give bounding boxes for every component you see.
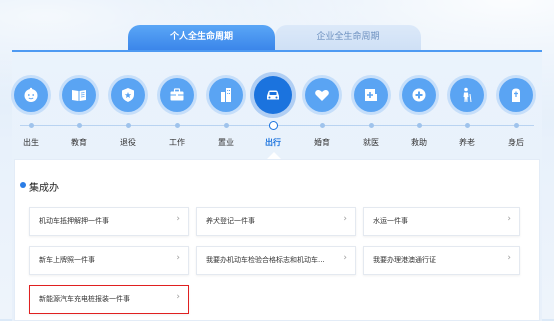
service-item[interactable]: 我要办理港澳通行证 › [363, 246, 520, 275]
timeline-dot [320, 123, 325, 128]
stage-label[interactable]: 婚育 [302, 137, 342, 148]
medal-shield-icon[interactable] [111, 78, 145, 112]
chevron-right-icon: › [176, 292, 180, 302]
tab-personal-lifecycle[interactable]: 个人全生命周期 [128, 25, 275, 50]
stage-label[interactable]: 教育 [59, 137, 99, 148]
chevron-right-icon: › [343, 253, 347, 263]
chevron-right-icon: › [176, 214, 180, 224]
building-icon[interactable] [209, 78, 243, 112]
stage-label[interactable]: 出生 [11, 137, 51, 148]
medical-kit-icon[interactable] [354, 78, 388, 112]
timeline-dot [417, 123, 422, 128]
chevron-right-icon: › [176, 253, 180, 263]
elderly-icon[interactable] [450, 78, 484, 112]
service-item-label: 水运一件事 [373, 217, 408, 225]
lifecycle-tabs: 个人全生命周期 企业全生命周期 [128, 25, 421, 50]
stage-label-active[interactable]: 出行 [253, 137, 293, 148]
service-item-label: 养犬登记一件事 [206, 217, 255, 225]
service-item[interactable]: 养犬登记一件事 › [196, 207, 356, 236]
timeline-dot [175, 123, 180, 128]
service-item-label: 新车上牌照一件事 [39, 256, 95, 264]
stage-label[interactable]: 救助 [399, 137, 439, 148]
heart-icon[interactable] [305, 78, 339, 112]
stage-retirement-military[interactable] [108, 78, 148, 112]
tomb-icon[interactable] [499, 78, 533, 112]
timeline-dot [29, 123, 34, 128]
stage-work[interactable] [157, 78, 197, 112]
timeline-dot [77, 123, 82, 128]
timeline-dot [514, 123, 519, 128]
service-item-label: 我要办机动车检验合格标志和机动车... [206, 256, 325, 264]
stage-elderly-care[interactable] [447, 78, 487, 112]
section-bullet [20, 182, 26, 188]
stage-label[interactable]: 养老 [447, 137, 487, 148]
chevron-right-icon: › [343, 214, 347, 224]
service-item[interactable]: 机动车抵押解押一件事 › [29, 207, 189, 236]
stage-property[interactable] [206, 78, 246, 112]
stage-birth[interactable] [11, 78, 51, 112]
section-title: 集成办 [29, 183, 59, 194]
service-item-label: 机动车抵押解押一件事 [39, 217, 109, 225]
stage-label[interactable]: 工作 [157, 137, 197, 148]
service-item[interactable]: 我要办机动车检验合格标志和机动车... › [196, 246, 356, 275]
timeline-dot [126, 123, 131, 128]
stage-education[interactable] [59, 78, 99, 112]
stage-medical[interactable] [351, 78, 391, 112]
stage-after-death[interactable] [496, 78, 536, 112]
timeline-dot [465, 123, 470, 128]
stage-assistance[interactable] [399, 78, 439, 112]
timeline-dot-active [269, 121, 278, 130]
baby-face-icon[interactable] [14, 78, 48, 112]
service-item-highlighted[interactable]: 新能源汽车充电桩报装一件事 › [29, 285, 189, 314]
tab-enterprise-lifecycle[interactable]: 企业全生命周期 [275, 25, 421, 50]
stage-travel[interactable] [253, 76, 293, 114]
stage-marriage-childbirth[interactable] [302, 78, 342, 112]
car-icon[interactable] [254, 76, 292, 114]
services-panel: 集成办 机动车抵押解押一件事 › 养犬登记一件事 › 水运一件事 › 新车上牌照… [14, 159, 540, 321]
timeline-dot [369, 123, 374, 128]
chevron-right-icon: › [507, 253, 511, 263]
briefcase-icon[interactable] [160, 78, 194, 112]
book-icon[interactable] [62, 78, 96, 112]
stage-label[interactable]: 身后 [496, 137, 536, 148]
stage-label[interactable]: 置业 [206, 137, 246, 148]
service-item[interactable]: 新车上牌照一件事 › [29, 246, 189, 275]
stage-label[interactable]: 就医 [351, 137, 391, 148]
service-item-label: 新能源汽车充电桩报装一件事 [39, 295, 130, 303]
service-item-label: 我要办理港澳通行证 [373, 256, 436, 264]
timeline-dot [224, 123, 229, 128]
active-stage-pointer [267, 152, 281, 159]
chevron-right-icon: › [507, 214, 511, 224]
service-item[interactable]: 水运一件事 › [363, 207, 520, 236]
cross-circle-icon[interactable] [402, 78, 436, 112]
stage-label[interactable]: 退役 [108, 137, 148, 148]
